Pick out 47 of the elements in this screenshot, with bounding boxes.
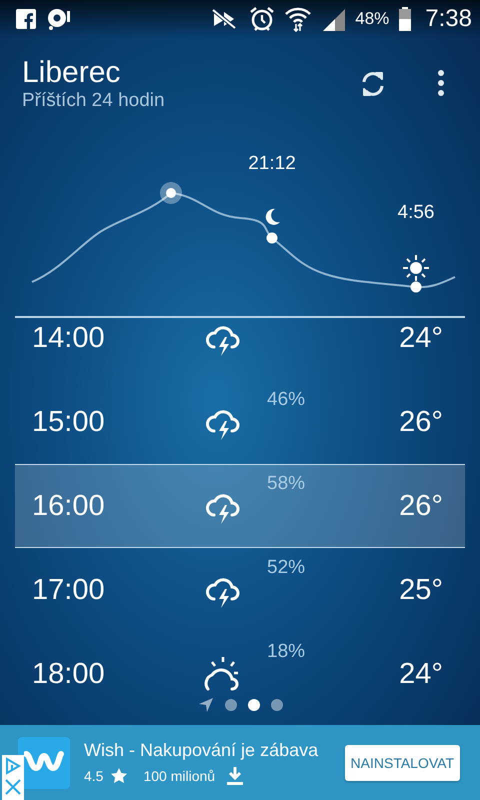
temperature: 24° (399, 322, 444, 354)
app-rating: 4.5 (84, 768, 104, 784)
location-arrow-icon[interactable] (198, 697, 214, 713)
hour-time: 18:00 (31, 658, 106, 690)
install-count: 100 milionů (143, 768, 216, 784)
hour-time: 16:00 (31, 490, 106, 522)
ad-choices-icon[interactable] (5, 757, 21, 775)
temperature: 25° (399, 574, 444, 606)
temperature: 26° (399, 406, 444, 438)
page-indicator-dot[interactable] (224, 699, 236, 711)
hour-row[interactable]: 16:00 58% 26° (15, 464, 465, 548)
battery-icon (399, 7, 412, 31)
hour-row[interactable]: 18:00 18% 24° (15, 632, 465, 704)
event-point (266, 232, 278, 244)
event-point (410, 281, 422, 293)
page-indicator-dot[interactable] (248, 699, 260, 711)
precipitation-chance: 18% (267, 641, 306, 663)
alarm-clock-icon (249, 6, 276, 32)
event-time: 21:12 (248, 153, 296, 175)
chat-bubble-icon (46, 8, 72, 30)
page-indicator-dot[interactable] (270, 699, 282, 711)
more-icon (436, 69, 446, 99)
hour-time: 14:00 (31, 322, 106, 354)
temperature: 26° (399, 490, 444, 522)
install-button[interactable]: NAINSTALOVAT (344, 744, 460, 780)
hour-row[interactable]: 17:00 52% 25° (15, 548, 465, 632)
star-icon (111, 768, 128, 784)
current-point-marker (160, 182, 182, 204)
hour-time: 17:00 (31, 574, 106, 606)
precipitation-chance: 52% (267, 557, 306, 579)
forecast-period: Příštích 24 hodin (22, 90, 166, 112)
hour-row[interactable]: 15:00 46% 26° (15, 380, 465, 464)
battery-percent: 48% (355, 9, 390, 29)
hour-time: 15:00 (31, 406, 106, 438)
event-time: 4:56 (398, 202, 434, 224)
temperature: 24° (399, 658, 444, 690)
sun-icon (402, 254, 430, 282)
wifi-icon (285, 6, 312, 32)
hour-row[interactable]: 14:00 24° (15, 318, 465, 380)
precipitation-chance: 58% (267, 473, 306, 495)
signal-icon (321, 7, 346, 31)
facebook-icon (16, 9, 36, 29)
city-name: Liberec (22, 56, 122, 90)
download-icon (227, 767, 244, 785)
precipitation-chance: 46% (267, 389, 306, 411)
clock-time: 7:38 (425, 5, 472, 33)
close-icon[interactable] (5, 779, 21, 795)
